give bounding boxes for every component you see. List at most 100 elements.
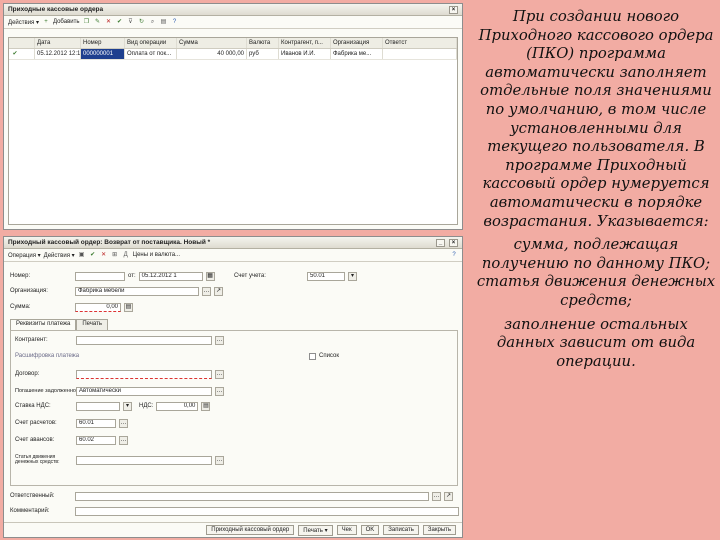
settlement-account-input[interactable]: 60.01 [76,418,116,428]
org-input[interactable]: Фабрика мебели [75,286,199,296]
calculator-icon[interactable]: ▤ [201,401,211,411]
column-header[interactable]: Ответст [383,38,457,48]
number-input[interactable] [75,271,125,281]
form-tabs: Реквизиты платежа Печать [10,319,220,330]
receipt-button[interactable]: Чек [336,525,357,535]
open-icon[interactable]: ↗ [444,491,453,501]
sum-input[interactable]: 0,00 [75,302,121,312]
select-icon[interactable]: … [119,435,128,445]
comment-label: Комментарий: [10,508,50,514]
vat-rate-input[interactable] [76,401,120,411]
advance-label: Погашение задолженности: [15,388,86,394]
date-input[interactable]: 05.12.2012 1 [138,271,203,281]
vat-row: Ставка НДС: ▾ НДС: 0,00 ▤ [15,401,211,411]
structure-icon[interactable]: ⊞ [111,251,119,259]
sum-row: Сумма: 0,00 ▤ [10,302,133,312]
comment-input[interactable] [75,506,459,516]
column-header[interactable]: Сумма [177,38,247,48]
close-button[interactable]: Закрыть [422,525,456,535]
select-icon[interactable]: … [215,369,224,379]
chevron-down-icon[interactable]: ▾ [348,271,357,281]
advance-account-row: Счет авансов: 60.02 … [15,435,128,445]
actions-menu[interactable]: Действия ▾ [8,19,39,26]
responsible-input[interactable] [75,491,429,501]
dt-kt-icon[interactable]: Д [122,251,130,259]
form-window-title: Приходный кассовый ордер: Возврат от пос… [8,239,211,246]
description-panel: При создании нового Приходного кассового… [476,8,716,371]
counterparty-input[interactable] [76,335,212,345]
prices-currency-button[interactable]: Цены и валюта... [133,252,180,258]
item-sum: сумма, подлежащая получению по данному П… [481,236,711,272]
close-icon[interactable]: × [449,238,458,247]
column-header[interactable]: Валюта [247,38,279,48]
add-button[interactable]: Добавить [53,19,80,25]
refresh-icon[interactable]: ↻ [138,18,146,26]
cashflow-label: Статья движения денежных средств: [15,454,60,465]
operation-menu[interactable]: Операция ▾ [8,252,41,259]
list-window-titlebar: Приходные кассовые ордера × [4,4,462,16]
filter-icon[interactable]: ⊽ [127,18,135,26]
responsible-row: Ответственный: … ↗ [10,491,453,501]
select-icon[interactable]: … [119,418,128,428]
select-icon[interactable]: … [202,286,211,296]
cashflow-row: Статья движения денежных средств: … [15,453,224,467]
table-row[interactable]: ✔ 05.12.2012 12:12:19 000000001 Оплата о… [9,49,457,60]
advance-account-input[interactable]: 60.02 [76,435,116,445]
select-icon[interactable]: … [215,335,224,345]
form-toolbar: Операция ▾ Действия ▾ ▣ ✔ ✕ ⊞ Д Цены и в… [4,249,462,262]
delete-icon[interactable]: ✕ [105,18,113,26]
table-cell: 000000001 [81,49,125,59]
cashflow-input[interactable] [76,455,212,465]
settlement-account-row: Счет расчетов: 60.01 … [15,418,128,428]
print-button[interactable]: Печать ▾ [298,524,333,536]
minimize-icon[interactable]: _ [436,238,445,247]
responsible-label: Ответственный: [10,493,55,499]
form-window-titlebar: Приходный кассовый ордер: Возврат от пос… [4,237,462,249]
report-icon[interactable]: ▤ [160,18,168,26]
select-icon[interactable]: … [432,491,441,501]
search-icon[interactable]: ⌕ [149,18,157,26]
ok-button[interactable]: OK [360,525,380,535]
column-header[interactable]: Организация [331,38,383,48]
calendar-icon[interactable]: ▦ [205,271,215,281]
select-icon[interactable]: … [215,455,224,465]
orders-table: Дата Номер Вид операции Сумма Валюта Кон… [8,37,458,225]
vat-rate-label: Ставка НДС: [15,403,51,409]
save-icon[interactable]: ▣ [78,251,86,259]
help-icon[interactable]: ? [171,18,179,26]
unpost-icon[interactable]: ✕ [100,251,108,259]
tab-payment-details[interactable]: Реквизиты платежа [10,319,77,330]
item-other-data: заполнение остальных данных зависит от в… [496,315,696,370]
account-input[interactable]: 50.01 [307,271,345,281]
edit-icon[interactable]: ✎ [94,18,102,26]
help-icon[interactable]: ? [450,251,458,259]
payment-details-panel: Контрагент: … Расшифровка платежа Список… [10,330,458,486]
column-header[interactable]: Контрагент, п... [279,38,331,48]
date-label: от: [128,273,136,279]
vat-sum-input[interactable]: 0,00 [156,401,199,411]
chevron-down-icon[interactable]: ▾ [123,401,132,411]
advance-input[interactable]: Автоматически [76,386,212,396]
column-header[interactable]: Вид операции [125,38,177,48]
open-icon[interactable]: ↗ [214,286,223,296]
calculator-icon[interactable]: ▤ [124,302,133,312]
save-button[interactable]: Записать [383,525,419,535]
add-icon[interactable]: + [42,18,50,26]
column-header[interactable]: Номер [81,38,125,48]
posted-icon: ✔ [9,49,35,59]
settlement-group-label: Расшифровка платежа [15,353,80,359]
close-icon[interactable]: × [449,5,458,14]
contract-input[interactable] [76,369,212,379]
counterparty-label: Контрагент: [15,337,48,343]
table-cell: Фабрика ме... [331,49,383,59]
advance-row: Погашение задолженности: Автоматически … [15,386,224,396]
copy-icon[interactable]: ❐ [83,18,91,26]
print-form-button[interactable]: Приходный кассовый ордер [206,525,295,535]
column-header[interactable]: Дата [35,38,81,48]
tab-print[interactable]: Печать [76,319,108,330]
select-icon[interactable]: … [215,386,224,396]
post-icon[interactable]: ✔ [116,18,124,26]
post-icon[interactable]: ✔ [89,251,97,259]
actions-menu[interactable]: Действия ▾ [44,252,75,259]
list-checkbox[interactable] [309,352,316,360]
